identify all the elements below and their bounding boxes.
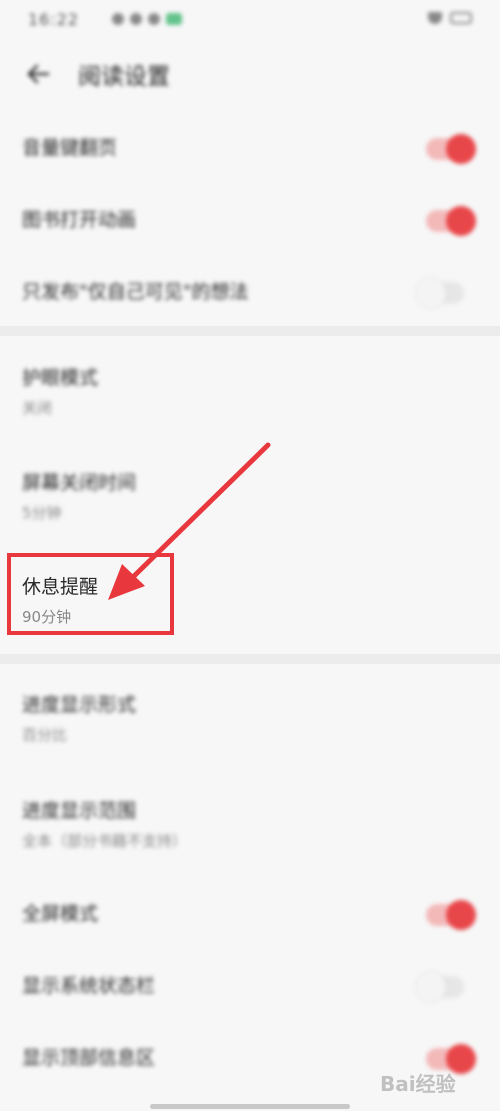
home-indicator[interactable] <box>150 1104 350 1109</box>
annotation-arrow-icon <box>108 442 271 600</box>
watermark-logo: Bai经验 <box>380 1072 456 1096</box>
